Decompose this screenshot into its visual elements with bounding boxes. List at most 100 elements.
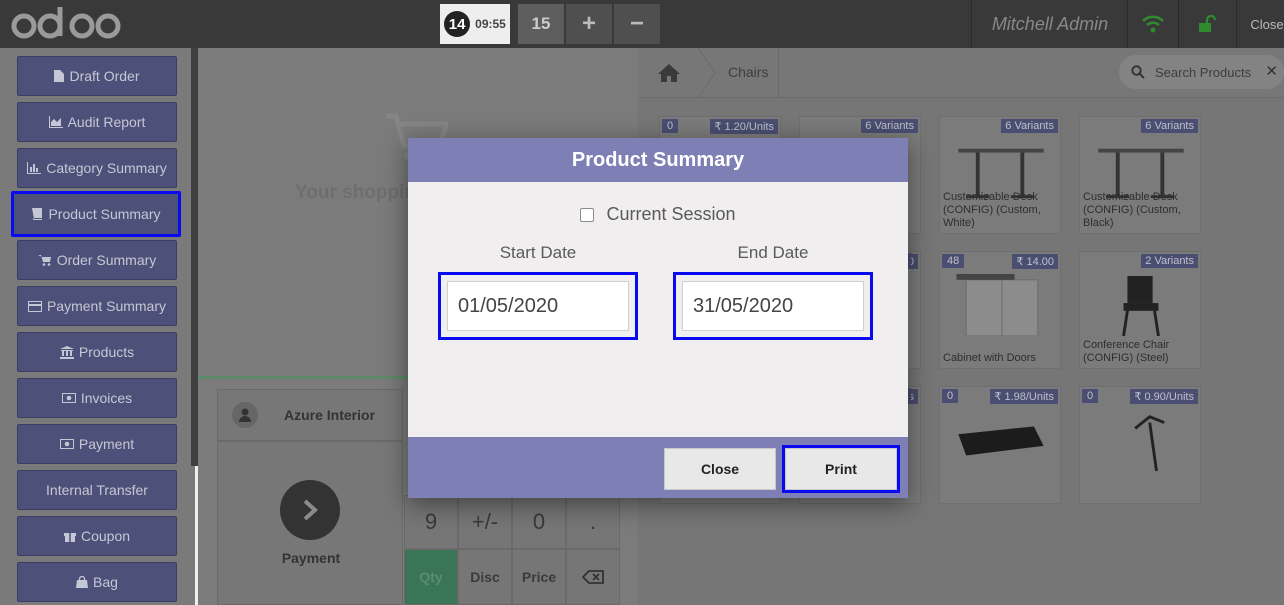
product-price-badge: ₹ 1.98/Units	[990, 389, 1058, 404]
search-icon	[1131, 65, 1145, 79]
numpad-dot[interactable]: .	[566, 495, 620, 549]
credit-card-icon	[27, 300, 42, 312]
user-icon	[232, 402, 258, 428]
current-session-label: Current Session	[606, 204, 736, 224]
numpad-0[interactable]: 0	[512, 495, 566, 549]
sidebar-button-label: Invoices	[80, 390, 133, 406]
order-tab-15[interactable]: 15	[518, 4, 564, 44]
sidebar-button-label: Payment	[78, 436, 135, 452]
sidebar-button-bag[interactable]: Bag	[17, 562, 177, 602]
current-session-row: Current Session	[408, 204, 908, 225]
end-date-highlight: 31/05/2020	[673, 272, 873, 340]
top-bar: 14 09:55 15 + − Mitchell Admin Close	[0, 0, 1284, 48]
sidebar-button-label: Category Summary	[46, 160, 167, 176]
sidebar-button-audit-report[interactable]: Audit Report	[17, 102, 177, 142]
product-qty-badge: 0	[942, 389, 959, 403]
product-image	[1122, 275, 1160, 336]
breadcrumb-divider	[778, 48, 779, 98]
sidebar-button-label: Order Summary	[56, 252, 157, 268]
product-card[interactable]: 2 Variants Conference Chair (CONFIG) (Ste…	[1079, 251, 1201, 369]
start-date-label: Start Date	[499, 243, 577, 262]
sidebar-button-product-summary[interactable]: Product Summary	[11, 191, 181, 237]
product-price-badge: 6 Variants	[861, 119, 918, 133]
product-qty-badge: 0	[662, 119, 679, 133]
product-price-badge: ₹ 0.90/Units	[1130, 389, 1198, 404]
product-qty-badge: 48	[942, 254, 965, 268]
customer-button[interactable]: Azure Interior	[217, 389, 403, 441]
shopping-bag-icon	[76, 576, 89, 588]
order-number-badge: 14	[444, 11, 471, 37]
order-time: 09:55	[475, 17, 506, 31]
product-price-badge: ₹ 14.00	[1012, 254, 1058, 269]
numpad-disc[interactable]: Disc	[458, 549, 512, 605]
product-price-badge: ₹ 1.20/Units	[710, 119, 778, 134]
sidebar-button-label: Audit Report	[67, 114, 146, 130]
chevron-right-icon	[280, 480, 340, 540]
product-card[interactable]: 48 ₹ 14.00 Cabinet with Doors	[939, 251, 1061, 369]
odoo-logo	[11, 7, 121, 39]
print-button[interactable]: Print	[782, 445, 900, 493]
numpad-price[interactable]: Price	[512, 549, 566, 605]
sidebar-button-category-summary[interactable]: Category Summary	[17, 148, 177, 188]
username: Mitchell Admin	[991, 13, 1109, 34]
product-qty-badge: 0	[1082, 389, 1099, 403]
numpad-9[interactable]: 9	[404, 495, 458, 549]
close-pos-button[interactable]: Close	[1242, 0, 1284, 48]
sidebar-button-label: Bag	[93, 574, 118, 590]
product-card[interactable]: 0 ₹ 0.90/Units	[1079, 386, 1201, 504]
product-name: Customizable Desk (CONFIG) (Custom, Whit…	[943, 191, 1041, 229]
dialog-title: Product Summary	[408, 138, 908, 182]
book-icon	[31, 208, 43, 220]
unlock-icon[interactable]	[1179, 0, 1235, 48]
area-chart-icon	[48, 116, 63, 128]
backspace-key[interactable]	[566, 549, 620, 605]
sidebar-button-payment[interactable]: Payment	[17, 424, 177, 464]
product-card[interactable]: 6 Variants Customizable Desk (CONFIG) (Cu…	[939, 116, 1061, 234]
product-price-badge: 6 Variants	[1001, 119, 1058, 133]
home-icon[interactable]	[640, 48, 698, 98]
product-card[interactable]: 0 ₹ 1.98/Units	[939, 386, 1061, 504]
product-name: Customizable Desk (CONFIG) (Custom, Blac…	[1083, 191, 1181, 229]
sidebar-button-label: Payment Summary	[46, 298, 167, 314]
sidebar-scrollbar[interactable]	[191, 48, 198, 466]
bar-chart-icon	[27, 162, 42, 174]
numpad-plus-minus[interactable]: +/-	[458, 495, 512, 549]
money-icon	[61, 393, 76, 403]
start-date-highlight: 01/05/2020	[438, 272, 638, 340]
end-date-label: End Date	[737, 243, 809, 262]
end-date-input[interactable]: 31/05/2020	[682, 281, 864, 331]
start-date-input[interactable]: 01/05/2020	[447, 281, 629, 331]
numpad-qty[interactable]: Qty	[404, 549, 458, 605]
product-card[interactable]: 6 Variants Customizable Desk (CONFIG) (Cu…	[1079, 116, 1201, 234]
product-image	[958, 426, 1044, 456]
product-image	[1134, 415, 1165, 471]
dialog-footer: Close Print	[408, 437, 908, 498]
customer-name: Azure Interior	[284, 407, 376, 423]
breadcrumb-chairs[interactable]: Chairs	[728, 64, 768, 80]
sidebar-button-internal-transfer[interactable]: Internal Transfer	[17, 470, 177, 510]
sidebar-button-payment-summary[interactable]: Payment Summary	[17, 286, 177, 326]
sidebar-button-coupon[interactable]: Coupon	[17, 516, 177, 556]
breadcrumb-separator	[697, 48, 716, 98]
search-products-input[interactable]: Search Products ✕	[1119, 55, 1284, 89]
remove-order-button[interactable]: −	[614, 4, 660, 44]
payment-button[interactable]: Payment	[217, 441, 403, 605]
sidebar-button-label: Product Summary	[48, 206, 161, 222]
empty-cart-text: Your shoppin	[295, 182, 417, 203]
sidebar-button-label: Internal Transfer	[46, 482, 148, 498]
sidebar-button-draft-order[interactable]: Draft Order	[17, 56, 177, 96]
clear-search-icon[interactable]: ✕	[1265, 62, 1278, 80]
sidebar-button-order-summary[interactable]: Order Summary	[17, 240, 177, 280]
product-name: Cabinet with Doors	[943, 352, 1036, 364]
current-session-checkbox[interactable]	[580, 207, 595, 222]
topbar-divider	[1236, 0, 1237, 48]
add-order-button[interactable]: +	[566, 4, 612, 44]
product-name: Conference Chair (CONFIG) (Steel)	[1083, 339, 1170, 364]
order-tab-active[interactable]: 14 09:55	[440, 4, 510, 44]
close-button[interactable]: Close	[664, 448, 776, 490]
wifi-icon[interactable]	[1128, 0, 1178, 48]
gift-icon	[63, 530, 76, 542]
cart-icon	[37, 254, 52, 266]
sidebar-button-invoices[interactable]: Invoices	[17, 378, 177, 418]
sidebar-button-products[interactable]: Products	[17, 332, 177, 372]
